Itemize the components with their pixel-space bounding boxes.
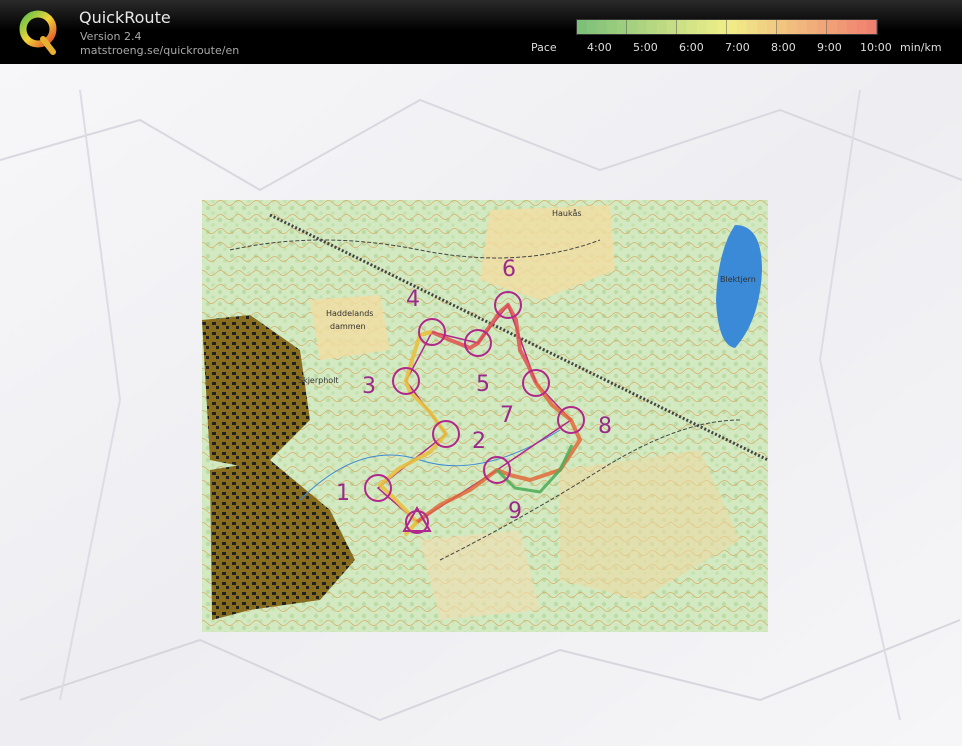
pace-bar-segment <box>617 20 628 34</box>
pace-tick-1: 4:00 <box>587 41 612 54</box>
map-label-skjerpholt: Skjerpholt <box>298 376 339 385</box>
pace-bar-segment <box>647 20 658 34</box>
pace-bar-segment <box>817 20 828 34</box>
pace-tick-2: 5:00 <box>633 41 658 54</box>
app-title: QuickRoute <box>79 8 171 27</box>
pace-bar-segment <box>777 20 788 34</box>
pace-tick-7: 10:00 <box>860 41 892 54</box>
pace-bar-segment <box>687 20 698 34</box>
orienteering-map: Haukås Blektjern Haddelands dammen Skjer… <box>202 200 769 632</box>
pace-bar-segment <box>607 20 618 34</box>
pace-bar-segment <box>727 20 738 34</box>
app-url-link[interactable]: matstroeng.se/quickroute/en <box>80 44 239 57</box>
map-label-haddelands: Haddelands <box>326 309 373 318</box>
pace-unit: min/km <box>900 41 942 54</box>
pace-tick-5: 8:00 <box>771 41 796 54</box>
control-label-7: 7 <box>500 403 514 428</box>
pace-tick-3: 6:00 <box>679 41 704 54</box>
map-label-haukas: Haukås <box>552 208 582 218</box>
pace-bar-segment <box>627 20 638 34</box>
pace-color-bar <box>576 19 878 35</box>
app-version: Version 2.4 <box>80 30 142 43</box>
pace-bar-segment <box>717 20 728 34</box>
pace-bar-segment <box>837 20 848 34</box>
pace-bar-segment <box>597 20 608 34</box>
control-label-5: 5 <box>476 372 490 397</box>
pace-bar-segment <box>737 20 748 34</box>
pace-tick-4: 7:00 <box>725 41 750 54</box>
control-label-4: 4 <box>406 287 420 312</box>
pace-bar-segment <box>757 20 768 34</box>
pace-bar-segment <box>667 20 678 34</box>
control-label-6: 6 <box>502 257 516 282</box>
map-label-dammen: dammen <box>330 322 366 331</box>
pace-bar-segment <box>797 20 808 34</box>
quickroute-logo-icon <box>17 6 61 56</box>
pace-bar-segment <box>637 20 648 34</box>
control-label-2: 2 <box>472 429 486 454</box>
pace-bar-segment <box>677 20 688 34</box>
pace-bar-segment <box>697 20 708 34</box>
pace-bar-segment <box>577 20 588 34</box>
pace-bar-segment <box>857 20 868 34</box>
pace-bar-segment <box>787 20 798 34</box>
pace-bar-segment <box>747 20 758 34</box>
app-header: QuickRoute Version 2.4 matstroeng.se/qui… <box>0 0 962 64</box>
pace-bar-segment <box>657 20 668 34</box>
pace-bar-segment <box>847 20 858 34</box>
pace-label: Pace <box>531 41 557 54</box>
control-label-8: 8 <box>598 414 612 439</box>
pace-tick-6: 9:00 <box>817 41 842 54</box>
control-label-9: 9 <box>508 499 522 524</box>
control-label-1: 1 <box>336 481 350 506</box>
pace-bar-segment <box>827 20 838 34</box>
pace-bar-segment <box>707 20 718 34</box>
pace-bar-segment <box>767 20 778 34</box>
control-label-3: 3 <box>362 374 376 399</box>
pace-bar-segment <box>807 20 818 34</box>
map-label-blektjern: Blektjern <box>720 275 756 284</box>
pace-bar-segment <box>587 20 598 34</box>
pace-bar-segment <box>867 20 877 34</box>
map-canvas[interactable]: Haukås Blektjern Haddelands dammen Skjer… <box>0 64 962 746</box>
